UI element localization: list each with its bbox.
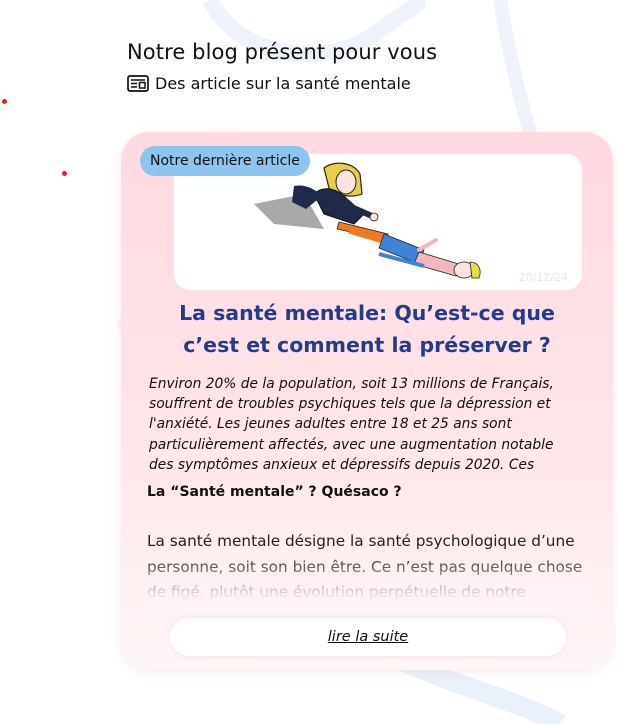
page-title: Notre blog présent pour vous [127,40,438,64]
text-fade-overlay [147,553,595,613]
blog-header: Notre blog présent pour vous Des article… [127,40,437,93]
newspaper-icon [127,75,149,92]
latest-article-badge: Notre dernière article [140,146,310,176]
article-date: 20/12/24 [518,271,568,284]
latest-article-card[interactable]: Notre dernière article 20/12/24 La santé… [121,132,613,670]
article-body-preview: La santé mentale désigne la santé psycho… [147,529,595,613]
article-title-line: c’est et comment la préserver ? [183,333,551,357]
article-title[interactable]: La santé mentale: Qu’est-ce que c’est et… [161,297,573,361]
section-heading: La “Santé mentale” ? Quésaco ? [147,484,402,500]
decor-dot [2,99,7,104]
article-title-line: La santé mentale: Qu’est-ce que [179,301,555,325]
article-intro: Environ 20% de la population, soit 13 mi… [149,376,554,473]
subtitle-text: Des article sur la santé mentale [155,74,411,93]
read-more-button[interactable]: lire la suite [170,618,566,656]
decor-dot [62,171,67,176]
page-subtitle: Des article sur la santé mentale [127,74,437,93]
